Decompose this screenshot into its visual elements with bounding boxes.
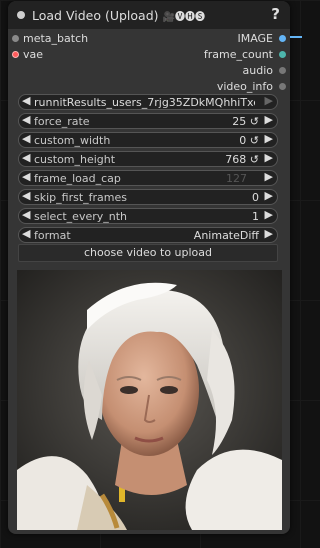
node-title: Load Video (Upload) — [32, 8, 159, 23]
input-slot-dot[interactable] — [12, 35, 19, 42]
output-slot-dot[interactable] — [279, 51, 286, 58]
output-slot-label: IMAGE — [237, 32, 273, 45]
combo-left-arrow-icon[interactable]: ◀ — [22, 94, 30, 107]
decrement-arrow-icon[interactable]: ◀ — [22, 208, 30, 221]
custom-width-widget[interactable]: ◀ custom_width 0 ↺ ▶ — [18, 132, 278, 148]
video-file-value: runnitResults_users_7rjg35ZDkMQhhiTxeR1B — [34, 96, 255, 109]
output-slot-image[interactable]: IMAGE — [140, 31, 290, 47]
reset-icon: ↺ — [249, 115, 259, 128]
output-slot-dot[interactable] — [279, 83, 286, 90]
load-video-node[interactable]: Load Video (Upload) 🎥🅥🅗🅢 ? meta_batch va… — [8, 1, 290, 534]
decrement-arrow-icon[interactable]: ◀ — [22, 170, 30, 183]
force-rate-number: 25 — [232, 115, 247, 128]
frame-load-cap-label: frame_load_cap — [34, 172, 121, 185]
output-slot-dot[interactable] — [279, 67, 286, 74]
custom-width-value: 0 ↺ — [239, 134, 259, 147]
skip-first-frames-value: 0 — [252, 191, 259, 204]
custom-width-label: custom_width — [34, 134, 111, 147]
format-combo-widget[interactable]: ◀ format AnimateDiff ▶ — [18, 227, 278, 243]
force-rate-widget[interactable]: ◀ force_rate 25 ↺ ▶ — [18, 113, 278, 129]
increment-arrow-icon[interactable]: ▶ — [265, 208, 273, 221]
frame-load-cap-value: 127 — [226, 172, 247, 185]
output-slot-dot[interactable] — [279, 35, 286, 42]
decrement-arrow-icon[interactable]: ◀ — [22, 189, 30, 202]
upload-video-button[interactable]: choose video to upload — [18, 244, 278, 262]
node-title-bar[interactable]: Load Video (Upload) 🎥🅥🅗🅢 ? — [8, 1, 290, 29]
combo-right-arrow-icon[interactable]: ▶ — [265, 94, 273, 107]
decrement-arrow-icon[interactable]: ◀ — [22, 132, 30, 145]
output-slot-audio[interactable]: audio — [140, 63, 290, 79]
image-output-link — [290, 36, 302, 40]
combo-left-arrow-icon[interactable]: ◀ — [22, 227, 30, 240]
select-every-nth-label: select_every_nth — [34, 210, 128, 223]
video-preview-frame — [17, 270, 282, 530]
custom-width-number: 0 — [239, 134, 247, 147]
custom-height-label: custom_height — [34, 153, 116, 166]
increment-arrow-icon[interactable]: ▶ — [265, 113, 273, 126]
force-rate-label: force_rate — [34, 115, 90, 128]
output-slot-label: video_info — [216, 80, 273, 93]
custom-height-value: 768 ↺ — [225, 153, 259, 166]
output-slot-label: frame_count — [203, 48, 273, 61]
reset-icon: ↺ — [249, 134, 259, 147]
select-every-nth-value: 1 — [252, 210, 259, 223]
combo-right-arrow-icon[interactable]: ▶ — [265, 227, 273, 240]
select-every-nth-widget[interactable]: ◀ select_every_nth 1 ▶ — [18, 208, 278, 224]
skip-first-frames-label: skip_first_frames — [34, 191, 127, 204]
input-slot-label: meta_batch — [23, 32, 89, 45]
node-title-wrap: Load Video (Upload) 🎥🅥🅗🅢 — [32, 8, 205, 23]
increment-arrow-icon[interactable]: ▶ — [265, 189, 273, 202]
skip-first-frames-widget[interactable]: ◀ skip_first_frames 0 ▶ — [18, 189, 278, 205]
frame-load-cap-widget[interactable]: ◀ frame_load_cap 127 ▶ — [18, 170, 278, 186]
reset-icon: ↺ — [249, 153, 259, 166]
video-combo-widget[interactable]: ◀ runnitResults_users_7rjg35ZDkMQhhiTxeR… — [18, 94, 278, 110]
input-slot-dot[interactable] — [12, 51, 19, 58]
custom-height-widget[interactable]: ◀ custom_height 768 ↺ ▶ — [18, 151, 278, 167]
input-slot-label: vae — [23, 48, 44, 61]
increment-arrow-icon[interactable]: ▶ — [265, 151, 273, 164]
help-button[interactable]: ? — [271, 5, 280, 23]
decrement-arrow-icon[interactable]: ◀ — [22, 151, 30, 164]
format-value: AnimateDiff — [193, 229, 259, 242]
decrement-arrow-icon[interactable]: ◀ — [22, 113, 30, 126]
output-slot-label: audio — [242, 64, 273, 77]
video-preview — [17, 270, 282, 530]
output-slot-video-info[interactable]: video_info — [140, 79, 290, 95]
format-label: format — [34, 229, 71, 242]
increment-arrow-icon[interactable]: ▶ — [265, 170, 273, 183]
custom-height-number: 768 — [225, 153, 247, 166]
force-rate-value: 25 ↺ — [232, 115, 259, 128]
title-emoji-icons: 🎥🅥🅗🅢 — [162, 12, 205, 23]
collapse-dot-icon[interactable] — [17, 11, 25, 19]
output-slot-frame-count[interactable]: frame_count — [140, 47, 290, 63]
increment-arrow-icon[interactable]: ▶ — [265, 132, 273, 145]
